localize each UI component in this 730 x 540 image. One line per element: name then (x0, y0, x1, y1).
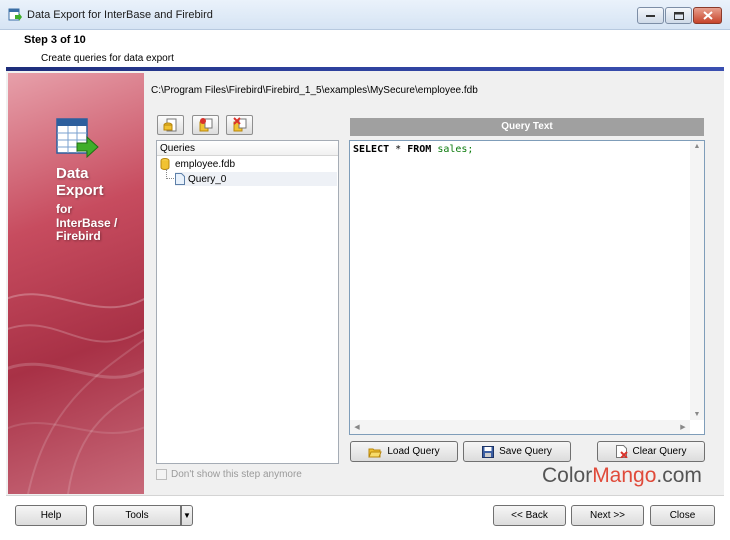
load-query-label: Load Query (387, 446, 440, 457)
watermark-logo: ColorMango.com (542, 464, 702, 488)
next-label: Next >> (589, 510, 626, 521)
data-export-logo-icon (56, 118, 99, 159)
banner-text-line2: Export (56, 182, 104, 199)
title-bar: Data Export for InterBase and Firebird (0, 0, 730, 30)
watermark-part3: .com (656, 464, 702, 487)
minimize-icon (646, 15, 655, 17)
open-folder-icon (368, 448, 383, 457)
sql-keyword-from: FROM (407, 144, 432, 155)
database-node-label: employee.fdb (175, 158, 236, 170)
scroll-down-arrow-icon[interactable]: ▼ (690, 411, 704, 418)
help-button[interactable]: Help (15, 505, 87, 526)
minimize-button[interactable] (637, 7, 664, 24)
horizontal-scrollbar[interactable]: ◀ ▶ (350, 420, 690, 434)
query-text-editor[interactable]: SELECT * FROM sales; ▲ ▼ ◀ ▶ (349, 140, 705, 435)
clear-document-icon (615, 445, 628, 458)
tree-node-query[interactable]: Query_0 (175, 172, 337, 186)
edit-query-icon (199, 118, 212, 132)
close-button[interactable]: Close (650, 505, 715, 526)
watermark-part1: Color (542, 464, 593, 487)
sql-table-name: sales (437, 144, 468, 155)
banner-text-line5: Firebird (56, 229, 101, 243)
step-label: Step 3 of 10 (24, 34, 86, 46)
window-title: Data Export for InterBase and Firebird (27, 9, 213, 21)
checkbox-label: Don't show this step anymore (171, 469, 302, 480)
maximize-icon (673, 11, 684, 20)
step-description: Create queries for data export (41, 53, 174, 64)
delete-query-icon (232, 117, 246, 132)
save-disk-icon (482, 445, 495, 458)
sql-star: * (389, 144, 408, 155)
query-document-icon (175, 173, 185, 185)
banner-text-line4: InterBase / (56, 216, 118, 230)
maximize-button[interactable] (665, 7, 692, 24)
sql-semicolon: ; (467, 144, 474, 155)
add-query-icon (163, 118, 176, 132)
save-query-button[interactable]: Save Query (463, 441, 571, 462)
vertical-scrollbar[interactable]: ▲ ▼ (690, 141, 704, 420)
watermark-part2: Mango (592, 464, 657, 487)
query-text-header: Query Text (350, 118, 704, 136)
query-code: SELECT * FROM sales; (353, 144, 473, 155)
load-query-button[interactable]: Load Query (350, 441, 458, 462)
banner-text-line1: Data (56, 165, 89, 182)
next-button[interactable]: Next >> (571, 505, 644, 526)
close-icon (702, 11, 713, 20)
clear-query-button[interactable]: Clear Query (597, 441, 705, 462)
clear-query-label: Clear Query (632, 446, 687, 457)
chevron-down-icon: ▼ (183, 511, 191, 520)
sql-keyword-select: SELECT (353, 144, 390, 155)
wizard-header: Step 3 of 10 Create queries for data exp… (0, 30, 730, 68)
edit-query-button[interactable] (192, 115, 219, 135)
close-label: Close (669, 510, 696, 521)
tools-button[interactable]: Tools (93, 505, 181, 526)
tools-dropdown-button[interactable]: ▼ (181, 505, 193, 526)
app-icon (8, 8, 22, 21)
close-window-button[interactable] (693, 7, 722, 24)
delete-query-button[interactable] (226, 115, 253, 135)
banner-text-line3: for (56, 202, 72, 216)
footer-divider (6, 495, 724, 496)
scroll-left-arrow-icon[interactable]: ◀ (350, 423, 364, 431)
help-label: Help (40, 510, 62, 521)
tools-label: Tools (125, 510, 149, 521)
back-label: << Back (511, 510, 548, 521)
back-button[interactable]: << Back (493, 505, 566, 526)
side-banner: Data Export for InterBase / Firebird (8, 73, 144, 494)
save-query-label: Save Query (499, 446, 552, 457)
add-query-button[interactable] (157, 115, 184, 135)
scroll-right-arrow-icon[interactable]: ▶ (676, 423, 690, 431)
scroll-up-arrow-icon[interactable]: ▲ (690, 143, 704, 150)
queries-tree[interactable]: Queries employee.fdb Query_0 (156, 140, 339, 464)
query-node-label: Query_0 (188, 173, 227, 185)
database-path: C:\Program Files\Firebird\Firebird_1_5\e… (151, 85, 478, 96)
dont-show-checkbox[interactable]: Don't show this step anymore (156, 469, 302, 480)
tree-header: Queries (157, 141, 338, 156)
checkbox-box[interactable] (156, 469, 167, 480)
